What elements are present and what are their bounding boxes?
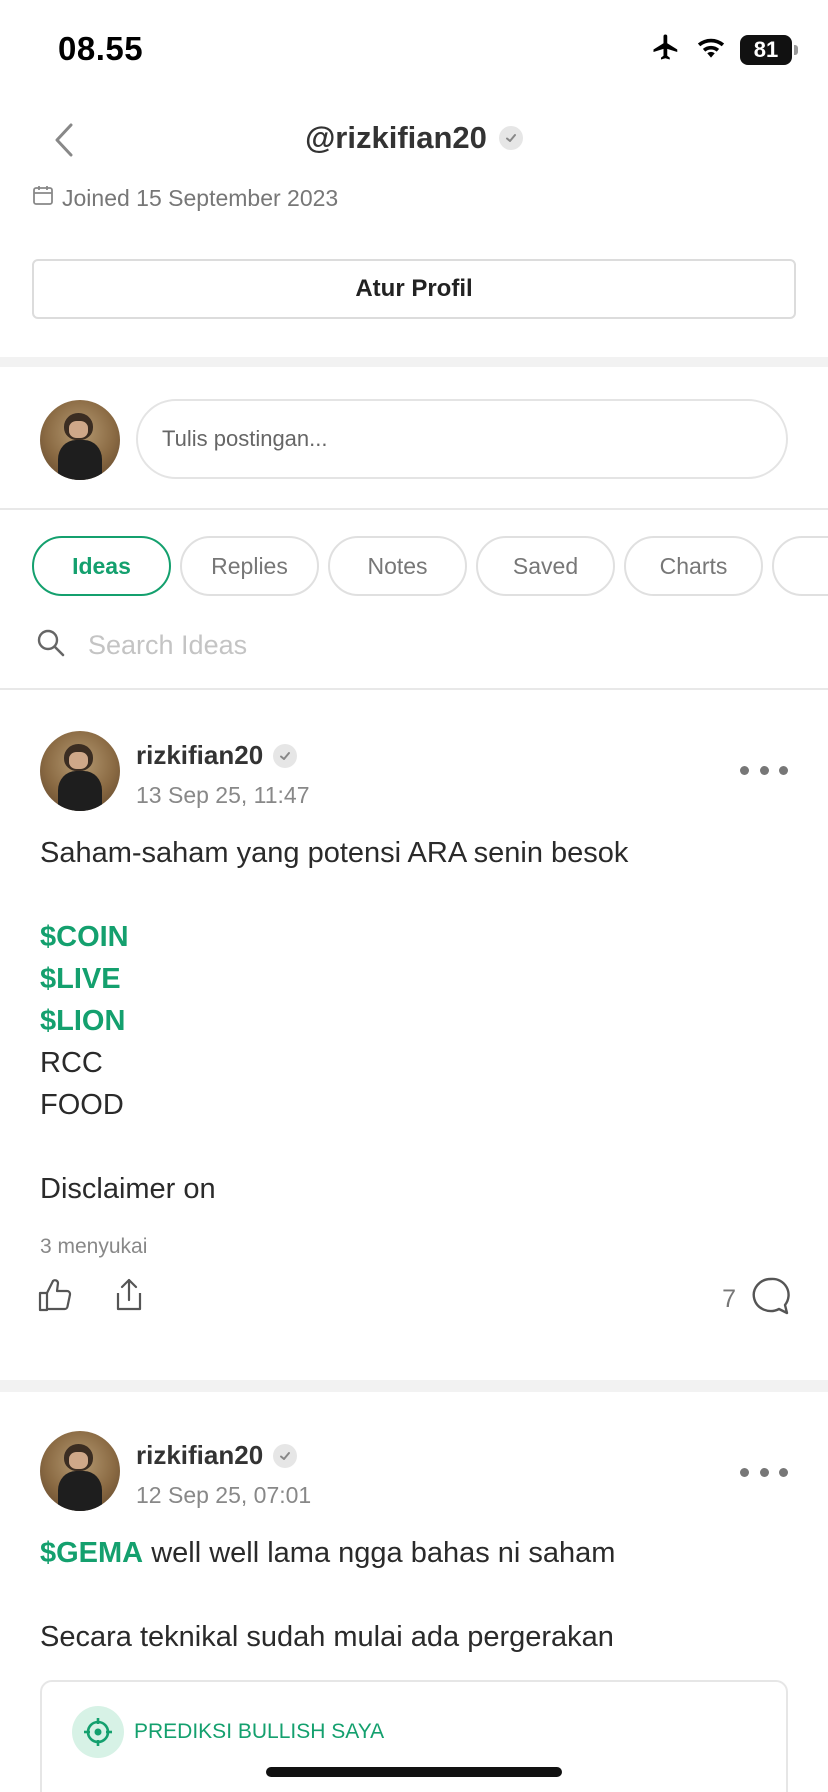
calendar-icon: [32, 184, 54, 212]
ticker-link[interactable]: $COIN: [40, 916, 790, 958]
post-date: 12 Sep 25, 07:01: [136, 1482, 312, 1508]
compose-input[interactable]: [136, 399, 788, 479]
page-title: @rizkifian20: [305, 120, 487, 155]
dot-icon: [759, 1467, 769, 1477]
wifi-icon: [696, 34, 726, 65]
edit-profile-button[interactable]: Atur Profil: [32, 259, 796, 319]
status-time: 08.55: [58, 30, 144, 67]
post-username: rizkifian20: [136, 1440, 264, 1470]
dot-icon: [779, 765, 788, 775]
profile-title: @rizkifian20: [0, 120, 828, 156]
post-line: Secara teknikal sudah mulai ada pergerak…: [40, 1621, 614, 1653]
tab-bar: Ideas Replies Notes Saved Charts: [32, 536, 828, 598]
search-icon: [36, 628, 66, 663]
section-divider: [0, 688, 828, 690]
tab-saved[interactable]: Saved: [476, 536, 615, 596]
post-line: RCC: [40, 1047, 103, 1079]
verified-badge-icon: [273, 743, 298, 768]
tab-ideas[interactable]: Ideas: [32, 536, 171, 596]
prediction-label-text: PREDIKSI BULLISH SAYA: [134, 1720, 385, 1743]
post-actions: [36, 1276, 148, 1319]
prediction-ticker: GEMA: [72, 1782, 214, 1792]
post-text: well well lama ngga bahas ni saham: [143, 1537, 616, 1569]
verified-badge-icon: [273, 1443, 298, 1468]
post-date: 13 Sep 25, 11:47: [136, 782, 310, 808]
like-count[interactable]: 3 menyukai: [40, 1235, 147, 1259]
section-divider: [0, 1380, 828, 1392]
verified-badge-icon: [498, 126, 523, 150]
ticker-link[interactable]: $GEMA: [40, 1537, 143, 1569]
like-icon[interactable]: [36, 1276, 74, 1319]
post-headline: Saham-saham yang potensi ARA senin besok: [40, 837, 629, 869]
dot-icon: [759, 765, 769, 775]
dot-icon: [779, 1467, 788, 1477]
joined-text: Joined 15 September 2023: [62, 184, 339, 211]
comment-count: 7: [722, 1285, 736, 1313]
post-line: Disclaimer on: [40, 1173, 216, 1205]
tab-replies[interactable]: Replies: [180, 536, 319, 596]
post-author[interactable]: rizkifian20: [136, 1440, 298, 1471]
joined-date: Joined 15 September 2023: [32, 184, 338, 212]
tab-notes[interactable]: Notes: [328, 536, 467, 596]
section-divider: [0, 357, 828, 367]
ticker-link[interactable]: $LIVE: [40, 958, 790, 1000]
search-bar: [36, 628, 688, 663]
tab-more[interactable]: [772, 536, 828, 596]
search-input[interactable]: [88, 630, 688, 661]
avatar[interactable]: [40, 400, 120, 480]
home-indicator[interactable]: [266, 1767, 562, 1777]
avatar[interactable]: [40, 1431, 120, 1511]
status-bar: 08.55 81: [0, 0, 828, 100]
tab-charts[interactable]: Charts: [624, 536, 763, 596]
dot-icon: [740, 1467, 749, 1477]
prediction-label: PREDIKSI BULLISH SAYA: [72, 1706, 384, 1758]
avatar[interactable]: [40, 731, 120, 811]
target-icon: [72, 1706, 124, 1758]
comment-button[interactable]: 7: [722, 1276, 792, 1323]
more-options-button[interactable]: [740, 755, 788, 785]
battery-icon: 81: [740, 34, 798, 65]
post-line: FOOD: [40, 1089, 124, 1121]
post-author[interactable]: rizkifian20: [136, 740, 298, 771]
comment-icon: [750, 1276, 792, 1323]
post-content: $GEMA well well lama ngga bahas ni saham…: [40, 1532, 790, 1658]
post-line: $GEMA well well lama ngga bahas ni saham: [40, 1532, 790, 1574]
post-username: rizkifian20: [136, 740, 264, 770]
dot-icon: [740, 765, 749, 775]
section-divider: [0, 508, 828, 510]
more-options-button[interactable]: [740, 1457, 788, 1487]
share-icon[interactable]: [110, 1276, 148, 1319]
ticker-link[interactable]: $LION: [40, 1000, 790, 1042]
post-content: Saham-saham yang potensi ARA senin besok…: [40, 832, 790, 1210]
status-icons: 81: [650, 32, 798, 67]
airplane-icon: [650, 32, 682, 67]
